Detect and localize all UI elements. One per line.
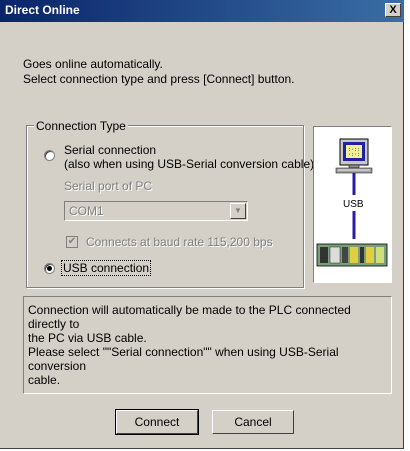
baud-rate-label: Connects at baud rate 115,200 bps [86, 235, 273, 249]
serial-connection-radio[interactable] [44, 150, 55, 161]
connection-info-box: Connection will automatically be made to… [23, 296, 392, 394]
title-bar[interactable]: Direct Online X [0, 0, 404, 22]
serial-port-select[interactable]: COM1 ▼ [64, 201, 248, 221]
serial-port-value: COM1 [69, 204, 104, 218]
connection-diagram: :·:: ·:·: USB [313, 126, 392, 283]
chevron-down-icon[interactable]: ▼ [230, 203, 246, 219]
info-line-2: the PC via USB cable. [28, 331, 147, 345]
info-line-4: cable. [28, 373, 61, 387]
serial-connection-label-line1: Serial connection [64, 143, 157, 157]
pc-usb-plc-illustration: :·:: ·:·: USB [316, 138, 388, 267]
info-line-1: Connection will automatically be made to… [28, 303, 351, 331]
info-line-3: Please select ""Serial connection"" when… [28, 345, 339, 373]
intro-text: Goes online automatically. Select connec… [23, 57, 295, 87]
baud-rate-checkbox[interactable]: ✔ [66, 236, 78, 248]
svg-text:·:·:: ·:·: [348, 152, 360, 158]
serial-connection-label-line2: (also when using USB-Serial conversion c… [64, 157, 315, 171]
connection-type-legend: Connection Type [34, 119, 128, 133]
plc-icon [316, 243, 388, 267]
radio-selected-dot [47, 266, 52, 271]
usb-connection-label[interactable]: USB connection [60, 260, 152, 276]
close-button[interactable]: X [385, 3, 401, 17]
connect-button[interactable]: Connect [115, 409, 199, 435]
computer-monitor-icon: :·:: ·:·: [335, 138, 373, 174]
window-title: Direct Online [5, 3, 80, 17]
usb-connection-radio[interactable] [44, 263, 55, 274]
intro-line-1: Goes online automatically. [23, 57, 163, 71]
serial-connection-label[interactable]: Serial connection (also when using USB-S… [64, 143, 314, 171]
cancel-button[interactable]: Cancel [212, 410, 294, 434]
usb-label: USB [343, 199, 364, 210]
direct-online-dialog: Direct Online X Goes online automaticall… [0, 0, 404, 449]
intro-line-2: Select connection type and press [Connec… [23, 72, 295, 86]
serial-port-label: Serial port of PC [64, 179, 153, 193]
